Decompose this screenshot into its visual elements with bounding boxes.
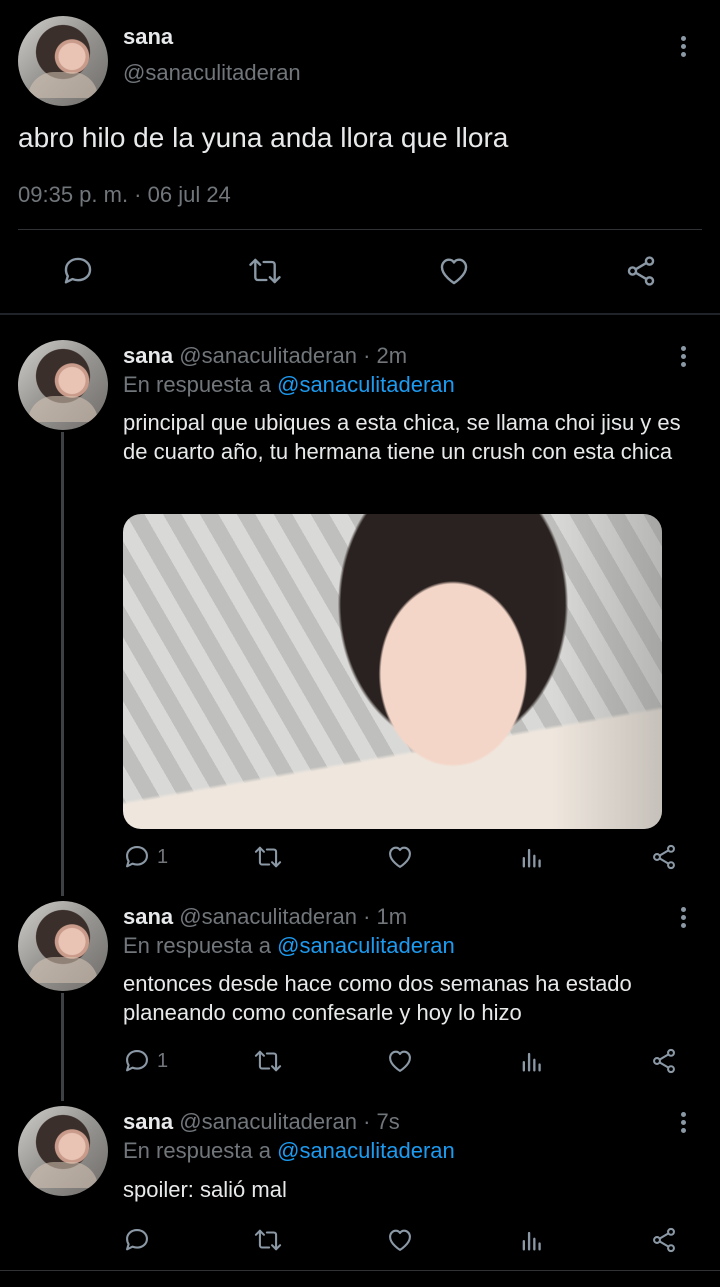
reply-count: 1 [157,846,169,868]
author-name[interactable]: sana [123,904,173,929]
reply-icon[interactable] [123,843,151,871]
mention-link[interactable]: @sanaculitaderan [277,372,455,397]
tweet-age: · 1m [363,904,408,929]
retweet-icon[interactable] [253,843,283,871]
reply-icon[interactable] [123,1047,151,1075]
tweet-text: spoiler: salió mal [123,1177,287,1202]
avatar[interactable] [18,1106,108,1196]
views-icon[interactable] [518,1047,546,1075]
reply-header: sana @sanaculitaderan · 7s [123,1109,400,1135]
thread-connector [61,993,64,1101]
tweet-photo[interactable] [123,514,662,829]
in-reply-to: En respuesta a @sanaculitaderan [123,1138,455,1164]
tweet-text: principal que ubiques a esta chica, se l… [123,410,681,464]
avatar[interactable] [18,16,108,106]
tweet-text: abro hilo de la yuna anda llora que llor… [18,122,509,153]
retweet-icon[interactable] [253,1047,283,1075]
share-icon[interactable] [649,1047,679,1075]
reply-header: sana @sanaculitaderan · 1m [123,904,407,930]
section-divider [0,1270,720,1271]
in-reply-to-label: En respuesta a [123,1138,271,1163]
share-icon[interactable] [649,843,679,871]
views-icon[interactable] [518,1226,546,1254]
author-name[interactable]: sana [123,343,173,368]
views-icon[interactable] [518,843,546,871]
more-options-icon[interactable] [673,905,693,931]
author-handle[interactable]: @sanaculitaderan [179,343,357,368]
reply-count: 1 [157,1050,169,1072]
retweet-icon[interactable] [253,1226,283,1254]
tweet-text: entonces desde hace como dos semanas ha … [123,971,632,1025]
reply-header: sana @sanaculitaderan · 2m [123,343,407,369]
share-icon[interactable] [649,1226,679,1254]
author-name[interactable]: sana [123,1109,173,1134]
retweet-icon[interactable] [247,254,283,288]
author-name[interactable]: sana [123,24,173,50]
more-options-icon[interactable] [673,34,693,60]
more-options-icon[interactable] [673,1110,693,1136]
in-reply-to-label: En respuesta a [123,933,271,958]
divider [18,229,702,230]
mention-link[interactable]: @sanaculitaderan [277,1138,455,1163]
like-icon[interactable] [385,1047,415,1075]
share-icon[interactable] [623,254,659,288]
in-reply-to-label: En respuesta a [123,372,271,397]
like-icon[interactable] [385,1226,415,1254]
tweet-age: · 7s [363,1109,400,1134]
reply-icon[interactable] [61,254,95,288]
avatar[interactable] [18,901,108,991]
mention-link[interactable]: @sanaculitaderan [277,933,455,958]
avatar[interactable] [18,340,108,430]
author-handle[interactable]: @sanaculitaderan [123,60,301,86]
like-icon[interactable] [385,843,415,871]
like-icon[interactable] [436,254,472,288]
tweet-timestamp[interactable]: 09:35 p. m. · 06 jul 24 [18,182,231,208]
author-handle[interactable]: @sanaculitaderan [179,904,357,929]
section-divider [0,313,720,315]
tweet-age: · 2m [363,343,408,368]
in-reply-to: En respuesta a @sanaculitaderan [123,933,455,959]
reply-icon[interactable] [123,1226,151,1254]
author-handle[interactable]: @sanaculitaderan [179,1109,357,1134]
thread-connector [61,432,64,896]
more-options-icon[interactable] [673,344,693,370]
in-reply-to: En respuesta a @sanaculitaderan [123,372,455,398]
